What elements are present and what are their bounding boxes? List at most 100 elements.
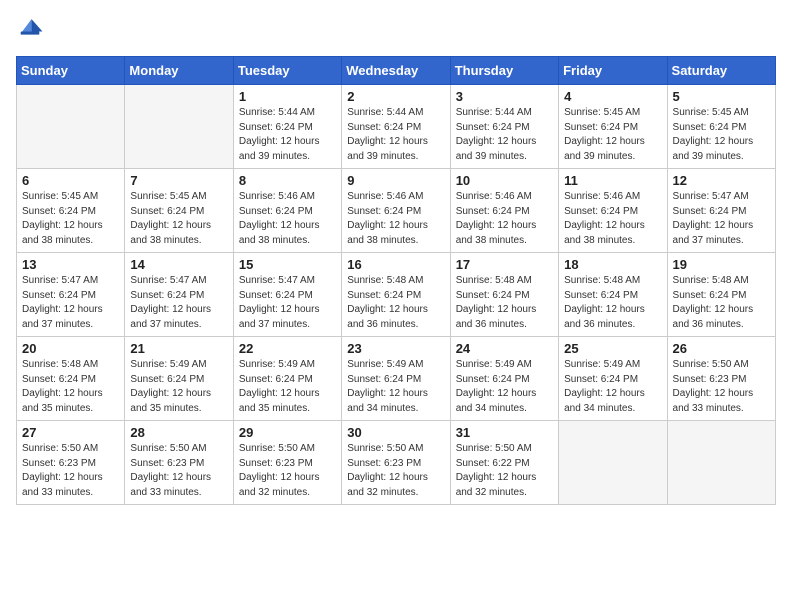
day-number: 28 (130, 425, 227, 440)
day-number: 12 (673, 173, 770, 188)
calendar-day-cell: 11 Sunrise: 5:46 AM Sunset: 6:24 PM Dayli… (559, 169, 667, 253)
day-number: 20 (22, 341, 119, 356)
day-number: 26 (673, 341, 770, 356)
calendar-day-cell: 3 Sunrise: 5:44 AM Sunset: 6:24 PM Daylig… (450, 85, 558, 169)
day-info: Sunrise: 5:45 AM Sunset: 6:24 PM Dayligh… (673, 106, 770, 164)
day-info: Sunrise: 5:49 AM Sunset: 6:24 PM Dayligh… (130, 358, 227, 416)
day-number: 1 (239, 89, 336, 104)
day-number: 31 (456, 425, 553, 440)
logo (16, 16, 48, 44)
calendar-week-row: 13Sunrise: 5:47 AM Sunset: 6:24 PM Dayli… (17, 253, 776, 337)
calendar-week-row: 1 Sunrise: 5:44 AM Sunset: 6:24 PM Daylig… (17, 85, 776, 169)
day-number: 23 (347, 341, 444, 356)
day-info: Sunrise: 5:45 AM Sunset: 6:24 PM Dayligh… (22, 190, 119, 248)
weekday-header-wednesday: Wednesday (342, 57, 450, 85)
calendar-day-cell (559, 421, 667, 505)
day-info: Sunrise: 5:46 AM Sunset: 6:24 PM Dayligh… (239, 190, 336, 248)
weekday-header-friday: Friday (559, 57, 667, 85)
calendar-day-cell: 2Sunrise: 5:44 AM Sunset: 6:24 PM Daylig… (342, 85, 450, 169)
day-number: 17 (456, 257, 553, 272)
weekday-header-tuesday: Tuesday (233, 57, 341, 85)
day-number: 5 (673, 89, 770, 104)
day-number: 24 (456, 341, 553, 356)
day-info: Sunrise: 5:48 AM Sunset: 6:24 PM Dayligh… (347, 274, 444, 332)
day-info: Sunrise: 5:47 AM Sunset: 6:24 PM Dayligh… (22, 274, 119, 332)
day-number: 18 (564, 257, 661, 272)
day-info: Sunrise: 5:46 AM Sunset: 6:24 PM Dayligh… (347, 190, 444, 248)
calendar-day-cell: 16 Sunrise: 5:48 AM Sunset: 6:24 PM Dayli… (342, 253, 450, 337)
day-info: Sunrise: 5:50 AM Sunset: 6:22 PM Dayligh… (456, 442, 553, 500)
day-info: Sunrise: 5:48 AM Sunset: 6:24 PM Dayligh… (564, 274, 661, 332)
day-info: Sunrise: 5:49 AM Sunset: 6:24 PM Dayligh… (347, 358, 444, 416)
day-info: Sunrise: 5:47 AM Sunset: 6:24 PM Dayligh… (130, 274, 227, 332)
logo-icon (16, 16, 44, 44)
weekday-header-monday: Monday (125, 57, 233, 85)
day-number: 6 (22, 173, 119, 188)
calendar-table: SundayMondayTuesdayWednesdayThursdayFrid… (16, 56, 776, 505)
calendar-day-cell (667, 421, 775, 505)
calendar-day-cell: 10Sunrise: 5:46 AM Sunset: 6:24 PM Dayli… (450, 169, 558, 253)
calendar-day-cell: 25Sunrise: 5:49 AM Sunset: 6:24 PM Dayli… (559, 337, 667, 421)
day-number: 9 (347, 173, 444, 188)
day-info: Sunrise: 5:47 AM Sunset: 6:24 PM Dayligh… (673, 190, 770, 248)
day-number: 22 (239, 341, 336, 356)
calendar-day-cell: 17 Sunrise: 5:48 AM Sunset: 6:24 PM Dayli… (450, 253, 558, 337)
day-info: Sunrise: 5:48 AM Sunset: 6:24 PM Dayligh… (673, 274, 770, 332)
weekday-header-sunday: Sunday (17, 57, 125, 85)
day-info: Sunrise: 5:49 AM Sunset: 6:24 PM Dayligh… (564, 358, 661, 416)
day-info: Sunrise: 5:50 AM Sunset: 6:23 PM Dayligh… (22, 442, 119, 500)
weekday-header-saturday: Saturday (667, 57, 775, 85)
calendar-day-cell: 14 Sunrise: 5:47 AM Sunset: 6:24 PM Dayli… (125, 253, 233, 337)
calendar-day-cell: 21 Sunrise: 5:49 AM Sunset: 6:24 PM Dayli… (125, 337, 233, 421)
page-header (16, 16, 776, 44)
day-info: Sunrise: 5:44 AM Sunset: 6:24 PM Dayligh… (239, 106, 336, 164)
calendar-week-row: 6 Sunrise: 5:45 AM Sunset: 6:24 PM Daylig… (17, 169, 776, 253)
day-info: Sunrise: 5:50 AM Sunset: 6:23 PM Dayligh… (347, 442, 444, 500)
weekday-header-thursday: Thursday (450, 57, 558, 85)
calendar-day-cell: 6 Sunrise: 5:45 AM Sunset: 6:24 PM Daylig… (17, 169, 125, 253)
day-info: Sunrise: 5:47 AM Sunset: 6:24 PM Dayligh… (239, 274, 336, 332)
calendar-day-cell: 26 Sunrise: 5:50 AM Sunset: 6:23 PM Dayli… (667, 337, 775, 421)
day-number: 21 (130, 341, 227, 356)
calendar-day-cell: 30 Sunrise: 5:50 AM Sunset: 6:23 PM Dayli… (342, 421, 450, 505)
day-info: Sunrise: 5:49 AM Sunset: 6:24 PM Dayligh… (239, 358, 336, 416)
calendar-day-cell: 7 Sunrise: 5:45 AM Sunset: 6:24 PM Daylig… (125, 169, 233, 253)
calendar-day-cell: 22 Sunrise: 5:49 AM Sunset: 6:24 PM Dayli… (233, 337, 341, 421)
calendar-day-cell: 4Sunrise: 5:45 AM Sunset: 6:24 PM Daylig… (559, 85, 667, 169)
day-info: Sunrise: 5:46 AM Sunset: 6:24 PM Dayligh… (564, 190, 661, 248)
day-info: Sunrise: 5:49 AM Sunset: 6:24 PM Dayligh… (456, 358, 553, 416)
calendar-day-cell: 27 Sunrise: 5:50 AM Sunset: 6:23 PM Dayli… (17, 421, 125, 505)
day-number: 27 (22, 425, 119, 440)
calendar-day-cell: 15Sunrise: 5:47 AM Sunset: 6:24 PM Dayli… (233, 253, 341, 337)
calendar-day-cell: 18 Sunrise: 5:48 AM Sunset: 6:24 PM Dayli… (559, 253, 667, 337)
calendar-day-cell: 24 Sunrise: 5:49 AM Sunset: 6:24 PM Dayli… (450, 337, 558, 421)
day-info: Sunrise: 5:48 AM Sunset: 6:24 PM Dayligh… (22, 358, 119, 416)
calendar-day-cell (125, 85, 233, 169)
calendar-day-cell: 1 Sunrise: 5:44 AM Sunset: 6:24 PM Daylig… (233, 85, 341, 169)
day-info: Sunrise: 5:50 AM Sunset: 6:23 PM Dayligh… (239, 442, 336, 500)
day-info: Sunrise: 5:44 AM Sunset: 6:24 PM Dayligh… (456, 106, 553, 164)
calendar-week-row: 27 Sunrise: 5:50 AM Sunset: 6:23 PM Dayli… (17, 421, 776, 505)
calendar-day-cell: 5 Sunrise: 5:45 AM Sunset: 6:24 PM Daylig… (667, 85, 775, 169)
calendar-day-cell: 12 Sunrise: 5:47 AM Sunset: 6:24 PM Dayli… (667, 169, 775, 253)
calendar-day-cell (17, 85, 125, 169)
day-number: 14 (130, 257, 227, 272)
day-info: Sunrise: 5:45 AM Sunset: 6:24 PM Dayligh… (130, 190, 227, 248)
day-number: 11 (564, 173, 661, 188)
day-number: 8 (239, 173, 336, 188)
calendar-week-row: 20 Sunrise: 5:48 AM Sunset: 6:24 PM Dayli… (17, 337, 776, 421)
day-number: 29 (239, 425, 336, 440)
day-info: Sunrise: 5:48 AM Sunset: 6:24 PM Dayligh… (456, 274, 553, 332)
calendar-day-cell: 28Sunrise: 5:50 AM Sunset: 6:23 PM Dayli… (125, 421, 233, 505)
day-info: Sunrise: 5:50 AM Sunset: 6:23 PM Dayligh… (673, 358, 770, 416)
day-number: 16 (347, 257, 444, 272)
day-number: 10 (456, 173, 553, 188)
day-number: 7 (130, 173, 227, 188)
day-number: 4 (564, 89, 661, 104)
day-number: 30 (347, 425, 444, 440)
calendar-day-cell: 29 Sunrise: 5:50 AM Sunset: 6:23 PM Dayli… (233, 421, 341, 505)
day-number: 3 (456, 89, 553, 104)
day-number: 19 (673, 257, 770, 272)
day-number: 2 (347, 89, 444, 104)
calendar-day-cell: 13Sunrise: 5:47 AM Sunset: 6:24 PM Dayli… (17, 253, 125, 337)
